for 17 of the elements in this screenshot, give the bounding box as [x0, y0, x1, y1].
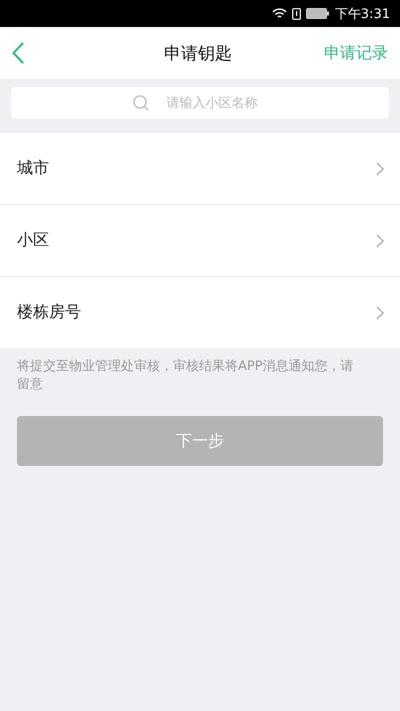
page-title: 申请钥匙 — [164, 42, 232, 64]
list-row[interactable]: 小区 — [0, 205, 400, 277]
notice-text: 将提交至物业管理处审核，审核结果将APP消息通知您，请留意 — [16, 358, 355, 394]
row-label: 楼栋房号 — [17, 302, 81, 323]
list-row[interactable]: 楼栋房号 — [0, 277, 400, 348]
chevron-icon — [376, 162, 384, 176]
chevron-icon — [376, 306, 384, 320]
battery-icon — [306, 8, 330, 19]
row-label: 小区 — [17, 230, 49, 251]
search-field[interactable]: 请输入小区名称 — [11, 87, 389, 119]
list-row[interactable]: 城市 — [0, 133, 400, 205]
back-icon[interactable] — [12, 42, 24, 64]
row-label: 城市 — [17, 158, 49, 179]
status-time: 下午3:31 — [334, 6, 390, 22]
sim-icon — [292, 8, 301, 20]
wifi-icon — [272, 8, 287, 20]
chevron-icon — [376, 234, 384, 248]
